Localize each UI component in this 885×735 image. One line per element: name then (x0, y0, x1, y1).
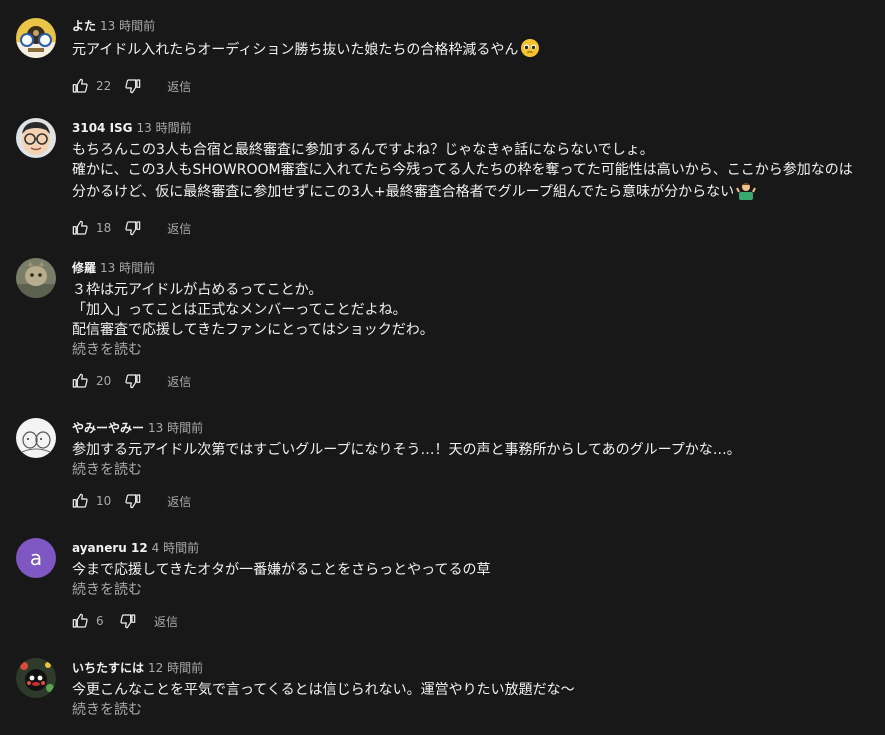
read-more-button[interactable]: 続きを読む (72, 340, 865, 360)
comment-actions: 10 返信 (72, 491, 865, 511)
comment-actions: 18 返信 (72, 218, 865, 238)
comment-header: 修羅 13 時間前 (72, 258, 865, 276)
comments-section: よた 13 時間前 元アイドル入れたらオーディション勝ち抜いた娘たちの合格枠減るや… (0, 0, 885, 735)
comment-body: いちたすには 12 時間前 今更こんなことを平気で言ってくるとは信じられない。運営… (72, 658, 865, 720)
comment-text-content: 元アイドル入れたらオーディション勝ち抜いた娘たちの合格枠減るやん (72, 42, 519, 58)
comment-body: やみーやみー 13 時間前 参加する元アイドル次第ではすごいグループになりそう…！… (72, 418, 865, 511)
like-count: 18 (96, 221, 112, 235)
person-shrugging-emoji (736, 180, 757, 200)
timestamp[interactable]: 13 時間前 (100, 261, 155, 275)
thumb-down-icon[interactable] (125, 220, 141, 236)
author-name[interactable]: 修羅 (72, 261, 96, 275)
reply-button[interactable]: 返信 (167, 220, 191, 237)
like-count: 10 (96, 494, 112, 508)
reply-button[interactable]: 返信 (167, 493, 191, 510)
reply-button[interactable]: 返信 (167, 373, 191, 390)
comment-text: 今まで応援してきたオタが一番嫌がることをさらっとやってるの草 (72, 562, 491, 578)
timestamp[interactable]: 13 時間前 (137, 121, 192, 135)
comment-text: 参加する元アイドル次第ではすごいグループになりそう…！天の声と事務所からしてあの… (72, 442, 741, 458)
avatar-letter: a (29, 546, 43, 570)
timestamp[interactable]: 13 時間前 (100, 19, 155, 33)
thumb-up-icon[interactable] (72, 220, 88, 236)
comment-header: 3104 ISG 13 時間前 (72, 118, 865, 136)
comment-body: よた 13 時間前 元アイドル入れたらオーディション勝ち抜いた娘たちの合格枠減るや… (72, 16, 865, 96)
comment-header: いちたすには 12 時間前 (72, 658, 865, 676)
avatar[interactable] (16, 658, 56, 698)
like-count: 6 (96, 614, 104, 628)
author-name[interactable]: 3104 ISG (72, 121, 133, 135)
reply-button[interactable]: 返信 (167, 78, 191, 95)
like-count: 20 (96, 374, 112, 388)
timestamp[interactable]: 12 時間前 (148, 661, 203, 675)
avatar[interactable] (16, 18, 56, 58)
comment-actions: 6 返信 (72, 611, 865, 631)
thumb-down-icon[interactable] (125, 78, 141, 94)
timestamp[interactable]: 13 時間前 (148, 421, 203, 435)
avatar[interactable] (16, 118, 56, 158)
comment-header: ayaneru 12 4 時間前 (72, 538, 865, 556)
like-count: 22 (96, 79, 112, 93)
thumb-up-icon[interactable] (72, 613, 88, 629)
comment-body: 3104 ISG 13 時間前 もちろんこの3人も合宿と最終審査に参加するんですよ… (72, 118, 865, 238)
thumb-up-icon[interactable] (72, 78, 88, 94)
thumb-up-icon[interactable] (72, 493, 88, 509)
author-name[interactable]: よた (72, 19, 96, 33)
author-name[interactable]: やみーやみー (72, 421, 144, 435)
comment-header: よた 13 時間前 (72, 16, 865, 34)
timestamp[interactable]: 4 時間前 (152, 541, 199, 555)
comment-text: 元アイドル入れたらオーディション勝ち抜いた娘たちの合格枠減るやん (72, 38, 865, 60)
thumb-down-icon[interactable] (120, 613, 136, 629)
thumb-up-icon[interactable] (72, 373, 88, 389)
comment-body: 修羅 13 時間前 ３枠は元アイドルが占めるってことか。 「加入」ってことは正式な… (72, 258, 865, 391)
pleading-face-emoji (520, 38, 540, 58)
comment-body: ayaneru 12 4 時間前 今まで応援してきたオタが一番嫌がることをさらっと… (72, 538, 865, 631)
comment-text: もちろんこの3人も合宿と最終審査に参加するんですよね？じゃなきゃ話にならないでし… (72, 140, 865, 202)
comment-actions: 20 返信 (72, 371, 865, 391)
author-name[interactable]: ayaneru 12 (72, 541, 148, 555)
read-more-button[interactable]: 続きを読む (72, 580, 865, 600)
read-more-button[interactable]: 続きを読む (72, 460, 865, 480)
comment-text: 今更こんなことを平気で言ってくるとは信じられない。運営やりたい放題だな～ (72, 682, 575, 698)
author-name[interactable]: いちたすには (72, 661, 144, 675)
thumb-down-icon[interactable] (125, 493, 141, 509)
avatar[interactable]: a (16, 538, 56, 578)
comment-header: やみーやみー 13 時間前 (72, 418, 865, 436)
comment-actions: 22 返信 (72, 76, 865, 96)
avatar[interactable] (16, 418, 56, 458)
comment-text: ３枠は元アイドルが占めるってことか。 「加入」ってことは正式なメンバーってことだ… (72, 282, 434, 338)
read-more-button[interactable]: 続きを読む (72, 700, 865, 720)
avatar[interactable] (16, 258, 56, 298)
thumb-down-icon[interactable] (125, 373, 141, 389)
reply-button[interactable]: 返信 (154, 613, 178, 630)
